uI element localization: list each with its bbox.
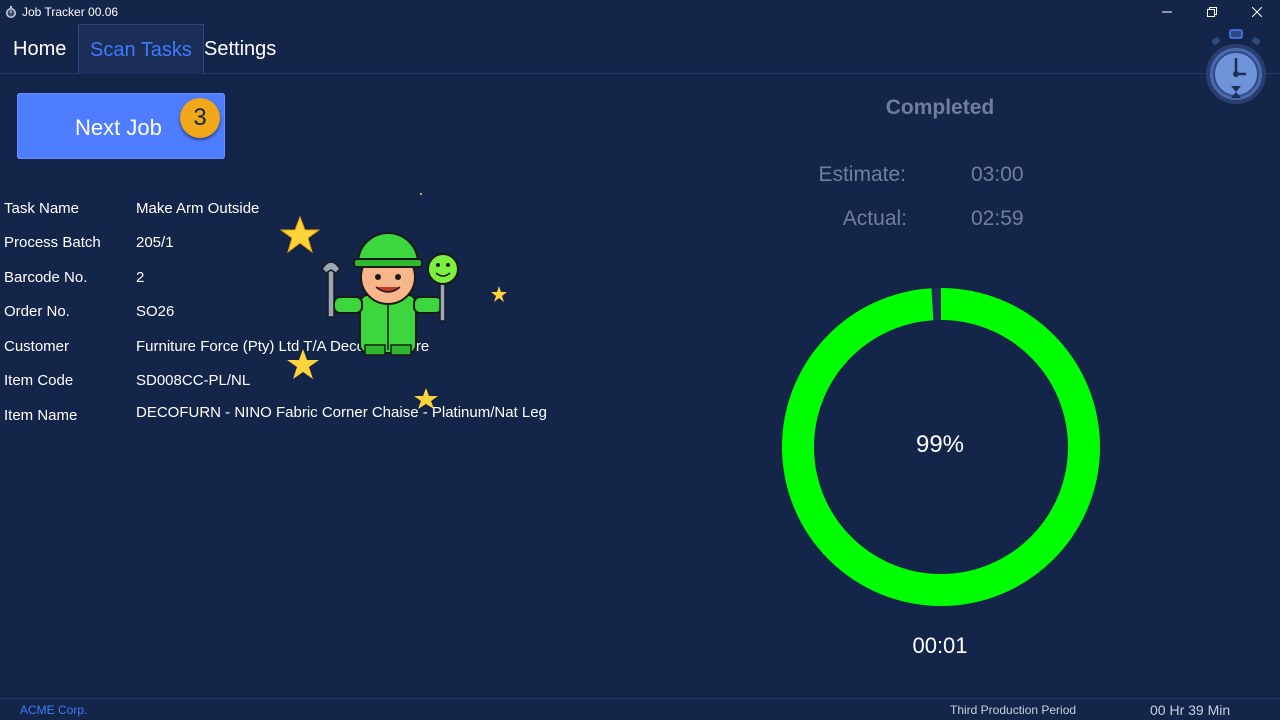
star-icon bbox=[414, 388, 438, 409]
star-icon bbox=[279, 215, 321, 254]
close-icon bbox=[1252, 7, 1262, 17]
minimize-button[interactable] bbox=[1144, 0, 1190, 24]
item-name-label: Item Name bbox=[4, 407, 78, 424]
title-bar: Job Tracker 00.06 bbox=[0, 0, 1280, 24]
estimate-label: Estimate: bbox=[818, 163, 906, 186]
progress-percent: 99% bbox=[915, 431, 965, 458]
restore-icon bbox=[1207, 7, 1217, 17]
actual-label: Actual: bbox=[842, 207, 907, 230]
customer-label: Customer bbox=[4, 338, 70, 355]
next-job-label: Next Job bbox=[75, 115, 162, 140]
shift-time: 00 Hr 39 Min bbox=[1150, 702, 1231, 718]
job-count-badge: 3 bbox=[180, 98, 220, 138]
actual-value: 02:59 bbox=[971, 207, 1024, 230]
status-heading: Completed bbox=[885, 96, 995, 119]
star-icon bbox=[287, 349, 319, 379]
status-bar: ACME Corp. Third Production Period 00 Hr… bbox=[0, 698, 1280, 720]
tab-home[interactable]: Home bbox=[2, 24, 77, 74]
item-code-value: SD008CC-PL/NL bbox=[136, 372, 251, 389]
estimate-value: 03:00 bbox=[971, 163, 1024, 186]
next-job-button[interactable]: Next Job 3 bbox=[17, 93, 225, 159]
item-code-label: Item Code bbox=[4, 372, 74, 389]
barcode-value: 2 bbox=[136, 269, 145, 286]
window-title: Job Tracker 00.06 bbox=[22, 5, 119, 19]
star-icon bbox=[491, 286, 507, 302]
company-name: ACME Corp. bbox=[20, 703, 88, 717]
minimize-icon bbox=[1162, 11, 1172, 13]
order-no-label: Order No. bbox=[4, 303, 70, 320]
worker-mascot-icon bbox=[279, 193, 507, 409]
close-button[interactable] bbox=[1234, 0, 1280, 24]
stopwatch-app-icon bbox=[6, 6, 16, 18]
production-period: Third Production Period bbox=[950, 703, 1077, 717]
tab-settings[interactable]: Settings bbox=[193, 24, 287, 74]
barcode-label: Barcode No. bbox=[4, 269, 88, 286]
process-batch-value: 205/1 bbox=[136, 234, 174, 251]
restore-button[interactable] bbox=[1189, 0, 1235, 24]
tab-scan-tasks[interactable]: Scan Tasks bbox=[78, 24, 204, 74]
process-batch-label: Process Batch bbox=[4, 234, 101, 251]
task-name-label: Task Name bbox=[4, 200, 80, 217]
task-name-value: Make Arm Outside bbox=[136, 200, 260, 217]
order-no-value: SO26 bbox=[136, 303, 175, 320]
elapsed-time: 00:01 bbox=[912, 633, 968, 658]
stopwatch-icon bbox=[1206, 29, 1266, 104]
tab-bar: Home Scan Tasks Settings bbox=[0, 24, 1280, 74]
